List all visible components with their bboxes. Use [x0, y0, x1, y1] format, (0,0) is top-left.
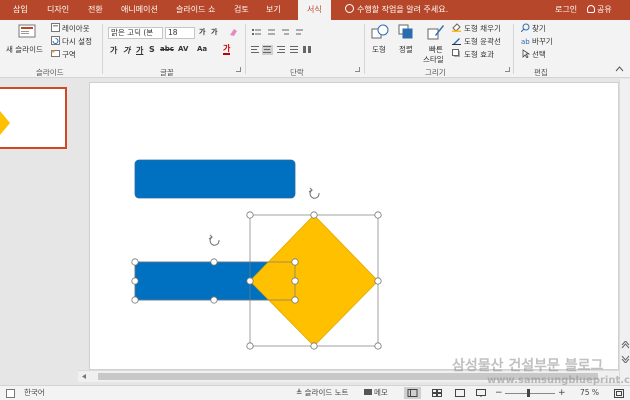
resize-handle[interactable]: [246, 342, 254, 350]
rotate-handle-rect[interactable]: [208, 234, 220, 246]
comment-icon: [364, 389, 372, 395]
resize-handle[interactable]: [291, 296, 299, 304]
zoom-slider[interactable]: [505, 393, 555, 394]
resize-handle[interactable]: [210, 296, 218, 304]
vertical-scrollbar[interactable]: [619, 79, 630, 385]
language-indicator[interactable]: 한국어: [24, 386, 45, 400]
zoom-level[interactable]: 75 %: [580, 386, 599, 400]
resize-handle[interactable]: [131, 258, 139, 266]
zoom-in-button[interactable]: +: [558, 386, 566, 400]
blue-rectangle-top[interactable]: [134, 159, 296, 199]
notes-label: 슬라이드 노트: [304, 388, 349, 397]
zoom-slider-thumb[interactable]: [527, 389, 530, 397]
watermark-title: 삼성물산 건설부문 블로그: [452, 358, 604, 374]
resize-handle[interactable]: [374, 342, 382, 350]
status-bar: 한국어 ≜ 슬라이드 노트 메모 − + 75 %: [0, 385, 630, 400]
resize-handle[interactable]: [210, 258, 218, 266]
resize-handle[interactable]: [291, 277, 299, 285]
spellcheck-icon[interactable]: [6, 389, 15, 398]
normal-view-button[interactable]: [404, 387, 421, 399]
resize-handle[interactable]: [374, 211, 382, 219]
fit-to-window-icon[interactable]: [614, 389, 624, 398]
comments-button[interactable]: 메모: [364, 386, 388, 400]
zoom-out-button[interactable]: −: [495, 386, 503, 400]
normal-view-icon: [407, 389, 418, 397]
slide-shapes-layer: [131, 159, 382, 350]
notes-button[interactable]: ≜ 슬라이드 노트: [296, 386, 348, 400]
slideshow-icon[interactable]: [476, 389, 486, 397]
page-down-icon[interactable]: [621, 355, 630, 363]
scroll-left-icon[interactable]: [81, 373, 87, 380]
resize-handle[interactable]: [246, 211, 254, 219]
comments-label: 메모: [374, 388, 388, 397]
resize-handle[interactable]: [310, 342, 318, 350]
reading-view-icon[interactable]: [455, 389, 465, 397]
rotate-handle-diamond[interactable]: [308, 187, 320, 199]
resize-handle[interactable]: [310, 211, 318, 219]
page-up-icon[interactable]: [621, 341, 630, 349]
resize-handle[interactable]: [131, 277, 139, 285]
resize-handle[interactable]: [131, 296, 139, 304]
resize-handle[interactable]: [374, 277, 382, 285]
slide-sorter-icon[interactable]: [432, 389, 442, 397]
resize-handle[interactable]: [246, 277, 254, 285]
yellow-diamond[interactable]: [249, 214, 379, 347]
resize-handle[interactable]: [291, 258, 299, 266]
